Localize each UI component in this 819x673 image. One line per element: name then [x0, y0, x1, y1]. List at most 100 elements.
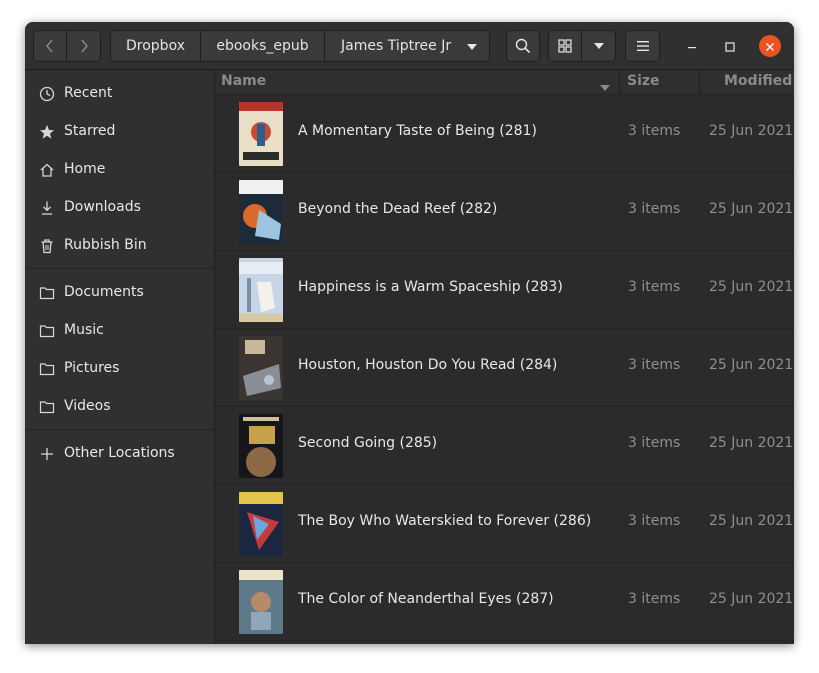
folder-icon	[39, 361, 55, 377]
close-icon	[765, 37, 775, 56]
book-cover-thumbnail	[239, 336, 283, 400]
table-row[interactable]: A Momentary Taste of Being (281) 3 items…	[215, 95, 794, 173]
table-row[interactable]: The Color of Neanderthal Eyes (287) 3 it…	[215, 563, 794, 641]
sidebar-item-documents[interactable]: Documents	[25, 274, 214, 312]
sidebar-item-label: Recent	[64, 85, 113, 101]
table-row[interactable]: Beyond the Dead Reef (282) 3 items 25 Ju…	[215, 173, 794, 251]
breadcrumb-dropbox[interactable]: Dropbox	[110, 30, 201, 62]
file-size: 3 items	[628, 357, 681, 373]
column-header-row: Name Size Modified	[215, 70, 794, 95]
file-size: 3 items	[628, 201, 681, 217]
column-divider	[699, 70, 700, 94]
sidebar-item-label: Starred	[64, 123, 116, 139]
column-header-size[interactable]: Size	[627, 73, 660, 89]
file-manager-window: Dropbox ebooks_epub James Tiptree Jr Rec…	[25, 22, 794, 644]
file-modified: 25 Jun 2021	[709, 435, 794, 451]
plus-icon	[39, 446, 55, 462]
breadcrumb-label: Dropbox	[126, 38, 185, 54]
chevron-right-icon	[79, 38, 89, 54]
book-cover-thumbnail	[239, 492, 283, 556]
maximize-icon	[725, 37, 735, 56]
sidebar-separator	[25, 268, 214, 269]
search-icon	[515, 38, 531, 54]
breadcrumb-label: James Tiptree Jr	[341, 38, 452, 54]
file-modified: 25 Jun 2021	[709, 513, 794, 529]
sidebar-item-downloads[interactable]: Downloads	[25, 189, 214, 227]
sidebar: Recent Starred Home Downloads Rubbish Bi…	[25, 70, 215, 644]
sidebar-item-home[interactable]: Home	[25, 151, 214, 189]
sidebar-item-starred[interactable]: Starred	[25, 113, 214, 151]
minimize-icon	[687, 37, 697, 56]
sort-descending-icon[interactable]	[600, 79, 610, 95]
sidebar-item-pictures[interactable]: Pictures	[25, 350, 214, 388]
back-button[interactable]	[33, 30, 67, 62]
book-cover-thumbnail	[239, 414, 283, 478]
column-header-name[interactable]: Name	[221, 73, 266, 89]
file-name: The Boy Who Waterskied to Forever (286)	[298, 513, 592, 529]
breadcrumb-current-folder[interactable]: James Tiptree Jr	[324, 30, 490, 62]
header-bar: Dropbox ebooks_epub James Tiptree Jr	[25, 22, 794, 70]
file-size: 3 items	[628, 513, 681, 529]
file-name: Beyond the Dead Reef (282)	[298, 201, 498, 217]
sidebar-separator	[25, 429, 214, 430]
file-name: A Momentary Taste of Being (281)	[298, 123, 537, 139]
sidebar-item-recent[interactable]: Recent	[25, 75, 214, 113]
column-divider	[619, 70, 620, 94]
search-button[interactable]	[506, 30, 540, 62]
sidebar-item-music[interactable]: Music	[25, 312, 214, 350]
trash-icon	[39, 238, 55, 254]
file-name: Happiness is a Warm Spaceship (283)	[298, 279, 563, 295]
book-cover-thumbnail	[239, 102, 283, 166]
sidebar-item-rubbish-bin[interactable]: Rubbish Bin	[25, 227, 214, 265]
clock-icon	[39, 86, 55, 102]
column-header-modified[interactable]: Modified	[724, 73, 792, 89]
sidebar-item-other-locations[interactable]: Other Locations	[25, 435, 214, 473]
sidebar-item-videos[interactable]: Videos	[25, 388, 214, 426]
minimize-button[interactable]	[682, 36, 702, 56]
sidebar-item-label: Downloads	[64, 199, 141, 215]
file-size: 3 items	[628, 435, 681, 451]
file-size: 3 items	[628, 123, 681, 139]
view-options-dropdown[interactable]	[581, 30, 616, 62]
download-icon	[39, 200, 55, 216]
book-cover-thumbnail	[239, 570, 283, 634]
file-name: Houston, Houston Do You Read (284)	[298, 357, 558, 373]
folder-icon	[39, 285, 55, 301]
star-icon	[39, 124, 55, 140]
sidebar-item-label: Home	[64, 161, 106, 177]
hamburger-menu-icon	[636, 41, 649, 51]
sidebar-item-label: Rubbish Bin	[64, 237, 147, 253]
sidebar-item-label: Pictures	[64, 360, 120, 376]
forward-button[interactable]	[66, 30, 101, 62]
file-list-view: Name Size Modified A Momentary Taste of …	[215, 70, 794, 644]
caret-down-icon	[467, 44, 477, 50]
view-mode-button[interactable]	[548, 30, 582, 62]
table-row[interactable]: Happiness is a Warm Spaceship (283) 3 it…	[215, 251, 794, 329]
folder-icon	[39, 399, 55, 415]
book-cover-thumbnail	[239, 180, 283, 244]
grid-view-icon	[558, 39, 572, 53]
home-icon	[39, 162, 55, 178]
file-name: Second Going (285)	[298, 435, 438, 451]
table-row[interactable]: The Boy Who Waterskied to Forever (286) …	[215, 485, 794, 563]
sidebar-item-label: Documents	[64, 284, 144, 300]
file-modified: 25 Jun 2021	[709, 357, 794, 373]
file-modified: 25 Jun 2021	[709, 279, 794, 295]
sidebar-item-label: Videos	[64, 398, 111, 414]
file-size: 3 items	[628, 279, 681, 295]
main-menu-button[interactable]	[625, 30, 660, 62]
close-button[interactable]	[759, 35, 781, 57]
table-row[interactable]: Houston, Houston Do You Read (284) 3 ite…	[215, 329, 794, 407]
breadcrumb-label: ebooks_epub	[216, 38, 309, 54]
book-cover-thumbnail	[239, 258, 283, 322]
breadcrumb-ebooks-epub[interactable]: ebooks_epub	[200, 30, 325, 62]
file-modified: 25 Jun 2021	[709, 201, 794, 217]
chevron-left-icon	[45, 38, 55, 54]
folder-icon	[39, 323, 55, 339]
file-size: 3 items	[628, 591, 681, 607]
sidebar-item-label: Other Locations	[64, 445, 175, 461]
table-row[interactable]: Second Going (285) 3 items 25 Jun 2021	[215, 407, 794, 485]
sidebar-item-label: Music	[64, 322, 104, 338]
file-modified: 25 Jun 2021	[709, 591, 794, 607]
maximize-button[interactable]	[720, 36, 740, 56]
